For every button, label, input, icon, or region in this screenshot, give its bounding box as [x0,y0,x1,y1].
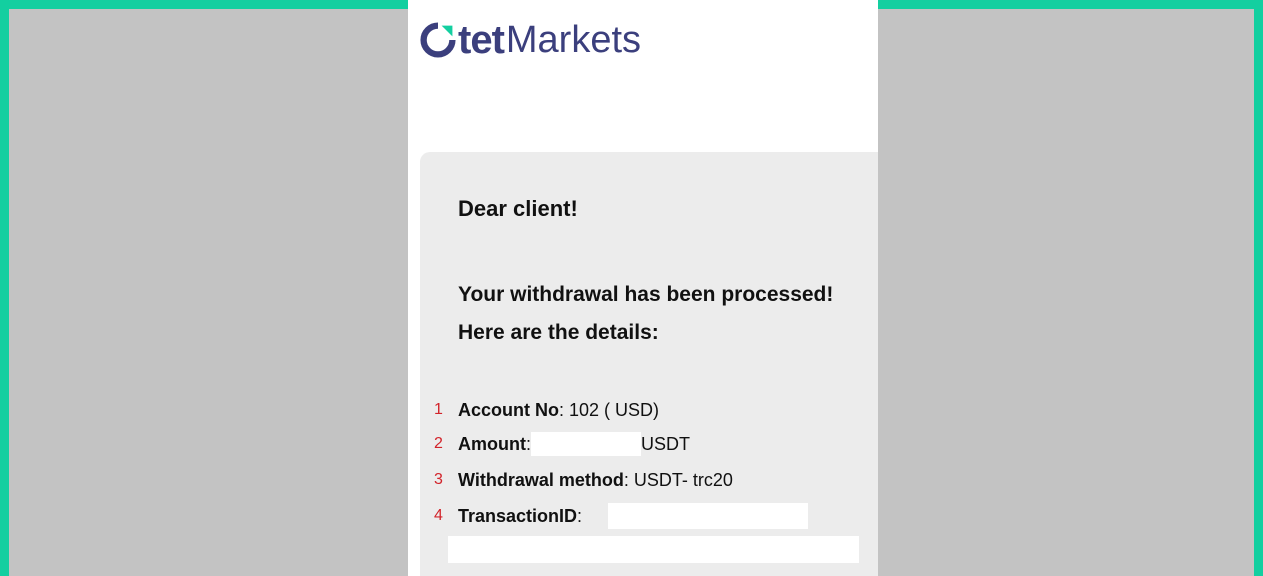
redaction-box [608,503,808,529]
octa-markets-logo: tet Markets [420,12,641,68]
detail-method: 3 Withdrawal method : USDT- trc20 [434,467,733,493]
logo-tet-text: tet [458,17,505,62]
detail-value: : [577,505,583,526]
redaction-box [448,536,859,563]
detail-label: TransactionID [458,505,578,526]
greeting: Dear client! [458,196,578,221]
detail-account: 1 Account No : 102 ( USD) [434,397,659,423]
detail-transaction: 4 TransactionID : [434,503,582,529]
detail-label: Withdrawal method [458,469,624,490]
marker-number: 4 [434,507,443,524]
detail-value-suffix: USDT [641,433,690,454]
detail-amount: 2 Amount : USDT [434,431,690,457]
detail-value: : USDT- trc20 [623,469,733,490]
detail-label: Amount [458,433,526,454]
detail-value: : 102 ( USD) [559,399,660,420]
intro-text: Your withdrawal has been processed! Here… [458,283,834,344]
marker-number: 2 [434,435,443,452]
marker-number: 3 [434,471,443,488]
marker-number: 1 [434,401,443,418]
logo-markets-text: Markets [505,18,642,61]
logo-o-icon [420,22,456,58]
detail-label: Account No [458,399,559,420]
email-view: tet Markets Dear client! Your withdrawal… [408,0,878,576]
redaction-box [531,432,641,456]
